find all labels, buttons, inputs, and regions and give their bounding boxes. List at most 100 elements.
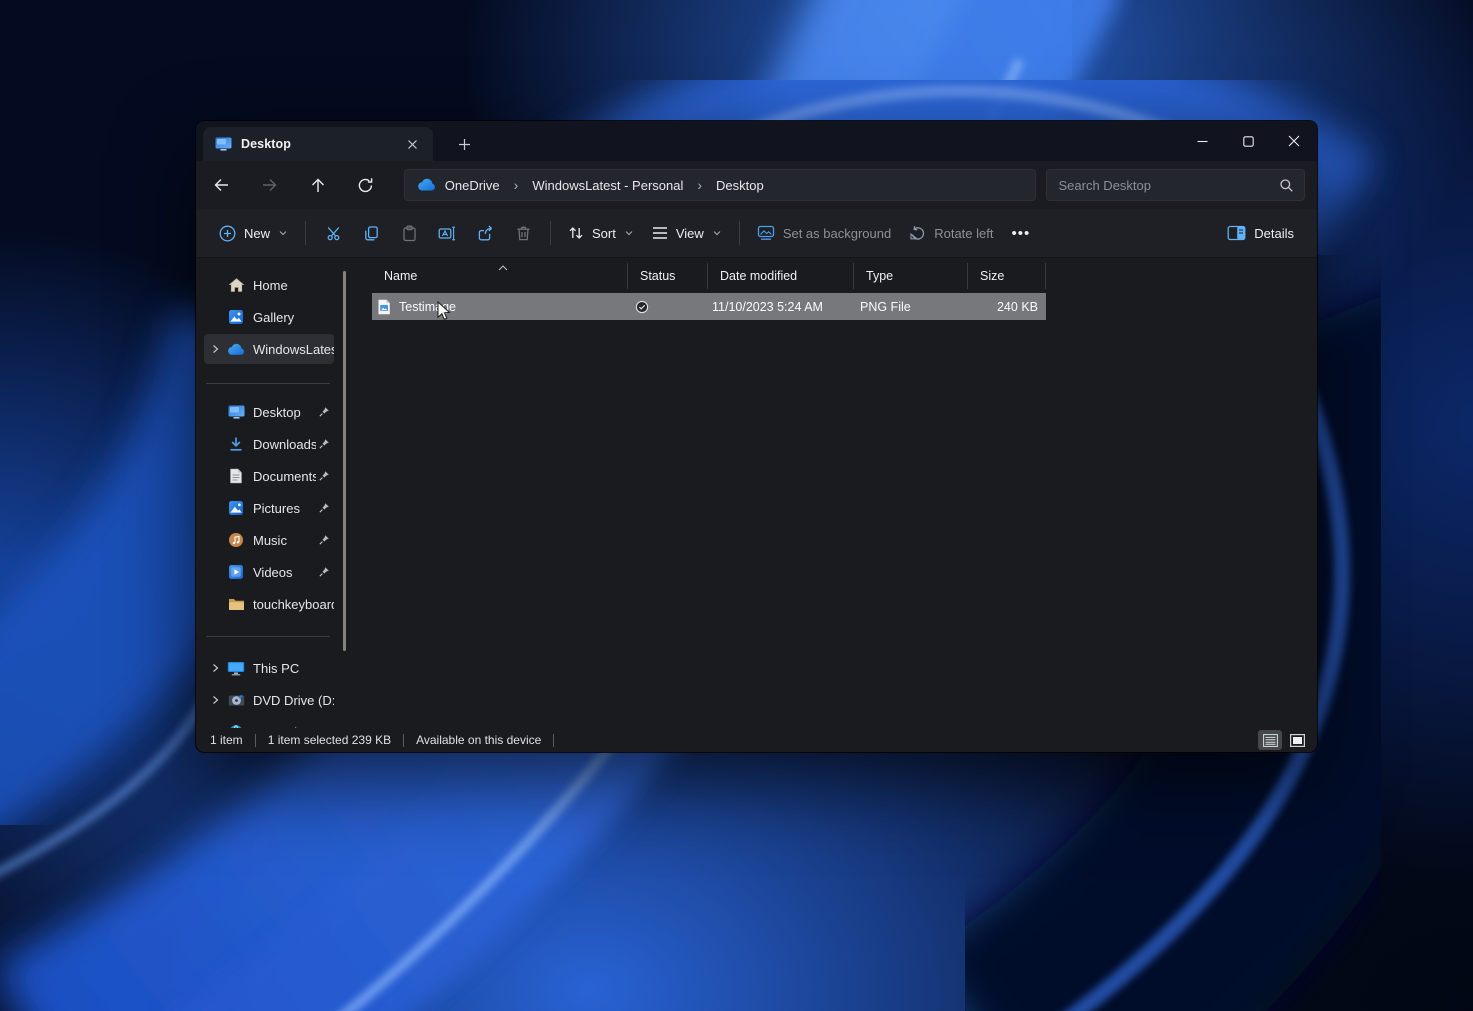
- sidebar-item-windowslatest[interactable]: WindowsLatest: [204, 334, 334, 364]
- breadcrumb-item-desktop[interactable]: Desktop: [716, 178, 764, 193]
- sidebar-item-music[interactable]: Music: [204, 525, 334, 555]
- navigation-pane: Home Gallery WindowsLatest: [196, 258, 360, 728]
- column-header-date-modified[interactable]: Date modified: [708, 263, 854, 289]
- sort-button[interactable]: Sort: [559, 216, 643, 250]
- set-as-background-button[interactable]: Set as background: [748, 216, 900, 250]
- view-button[interactable]: View: [643, 216, 731, 250]
- breadcrumb-chevron-icon[interactable]: ›: [508, 177, 525, 193]
- file-type: PNG File: [854, 300, 968, 314]
- share-icon: [477, 225, 494, 242]
- gallery-icon: [226, 309, 246, 325]
- sidebar-item-label: DVD Drive (D:) C: [253, 693, 334, 708]
- sidebar-divider: [206, 383, 330, 384]
- forward-button[interactable]: [254, 169, 286, 201]
- breadcrumb-item-onedrive[interactable]: OneDrive: [445, 178, 500, 193]
- details-button-label: Details: [1254, 226, 1294, 241]
- tab-close-icon[interactable]: [401, 133, 423, 155]
- column-header-name[interactable]: Name: [372, 263, 628, 289]
- sidebar-item-touchkeyboard[interactable]: touchkeyboard: [204, 589, 334, 619]
- status-divider: [255, 734, 256, 747]
- trash-icon: [515, 225, 532, 242]
- ellipsis-icon: •••: [1011, 225, 1030, 242]
- refresh-button[interactable]: [350, 169, 382, 201]
- tab-desktop[interactable]: Desktop: [203, 127, 433, 161]
- tab-bar: Desktop: [196, 121, 1317, 161]
- chevron-right-icon[interactable]: [204, 663, 226, 673]
- rotate-left-icon: [909, 225, 926, 241]
- copy-icon: [363, 225, 380, 242]
- sidebar-item-label: Downloads: [253, 437, 316, 452]
- sidebar-item-downloads[interactable]: Downloads: [204, 429, 334, 459]
- tab-title: Desktop: [241, 137, 392, 151]
- sidebar-item-label: WindowsLatest: [253, 342, 334, 357]
- pin-icon: [316, 566, 332, 578]
- sidebar-item-pictures[interactable]: Pictures: [204, 493, 334, 523]
- large-icons-view-toggle[interactable]: [1285, 730, 1309, 750]
- new-tab-button[interactable]: [451, 131, 477, 157]
- png-file-icon: [377, 299, 391, 315]
- sidebar-item-network[interactable]: Network: [204, 717, 334, 728]
- paste-icon: [401, 225, 418, 242]
- rename-icon: [438, 225, 456, 242]
- status-divider: [553, 734, 554, 747]
- breadcrumb-chevron-icon[interactable]: ›: [691, 177, 708, 193]
- details-button[interactable]: Details: [1218, 216, 1303, 250]
- search-input[interactable]: [1059, 178, 1280, 193]
- sidebar-item-this-pc[interactable]: This PC: [204, 653, 334, 683]
- address-bar[interactable]: OneDrive › WindowsLatest - Personal › De…: [404, 169, 1036, 201]
- sidebar-item-documents[interactable]: Documents: [204, 461, 334, 491]
- sidebar-item-gallery[interactable]: Gallery: [204, 302, 334, 332]
- item-count: 1 item: [210, 733, 243, 747]
- cut-button[interactable]: [314, 216, 352, 250]
- sidebar-item-dvd-drive[interactable]: DVD Drive (D:) C: [204, 685, 334, 715]
- chevron-down-icon: [712, 228, 722, 238]
- set-as-background-label: Set as background: [783, 226, 891, 241]
- desktop-folder-icon: [215, 137, 232, 152]
- minimize-button[interactable]: [1179, 121, 1225, 161]
- chevron-right-icon[interactable]: [204, 695, 226, 705]
- sidebar-item-label: Documents: [253, 469, 316, 484]
- back-button[interactable]: [206, 169, 238, 201]
- paste-button[interactable]: [390, 216, 428, 250]
- toolbar-divider: [305, 221, 306, 245]
- sidebar-item-label: Gallery: [253, 310, 334, 325]
- address-bar-row: OneDrive › WindowsLatest - Personal › De…: [196, 161, 1317, 209]
- available-on-device-icon: [635, 300, 649, 314]
- sidebar-item-home[interactable]: Home: [204, 270, 334, 300]
- rename-button[interactable]: [428, 216, 466, 250]
- column-header-type[interactable]: Type: [854, 263, 968, 289]
- column-header-size[interactable]: Size: [968, 263, 1046, 289]
- search-icon[interactable]: [1279, 178, 1294, 193]
- breadcrumb-item-windowslatest[interactable]: WindowsLatest - Personal: [532, 178, 683, 193]
- maximize-button[interactable]: [1225, 121, 1271, 161]
- sidebar-item-videos[interactable]: Videos: [204, 557, 334, 587]
- sidebar-divider: [206, 636, 330, 637]
- rotate-left-button[interactable]: Rotate left: [900, 216, 1002, 250]
- see-more-button[interactable]: •••: [1002, 216, 1039, 250]
- onedrive-cloud-icon: [226, 343, 246, 356]
- selection-summary: 1 item selected 239 KB: [268, 733, 391, 747]
- column-header-status[interactable]: Status: [628, 263, 708, 289]
- sort-icon: [568, 225, 584, 241]
- sidebar-item-desktop[interactable]: Desktop: [204, 397, 334, 427]
- close-button[interactable]: [1271, 121, 1317, 161]
- view-list-icon: [652, 226, 668, 240]
- desktop-icon: [226, 405, 246, 420]
- sidebar-item-label: Videos: [253, 565, 316, 580]
- sidebar-item-label: This PC: [253, 661, 334, 676]
- sidebar-item-label: Home: [253, 278, 334, 293]
- new-button[interactable]: New: [210, 216, 297, 250]
- home-icon: [226, 277, 246, 293]
- delete-button[interactable]: [504, 216, 542, 250]
- pictures-icon: [226, 500, 246, 516]
- share-button[interactable]: [466, 216, 504, 250]
- sidebar-scrollbar[interactable]: [343, 271, 346, 651]
- details-view-toggle[interactable]: [1258, 730, 1282, 750]
- up-button[interactable]: [302, 169, 334, 201]
- copy-button[interactable]: [352, 216, 390, 250]
- plus-circle-icon: [219, 225, 236, 242]
- file-row-testimage[interactable]: Testimage 11/10/2023 5:24 AM PNG File 24…: [372, 293, 1046, 320]
- chevron-right-icon[interactable]: [204, 344, 226, 354]
- toolbar-divider: [739, 221, 740, 245]
- file-size: 240 KB: [968, 300, 1038, 314]
